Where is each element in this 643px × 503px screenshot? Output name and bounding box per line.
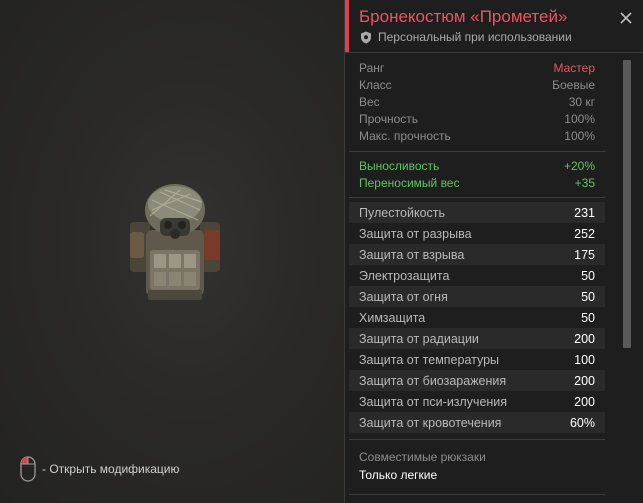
compatible-backpacks: Совместимые рюкзаки Только легкие	[349, 440, 631, 486]
protection-label: Защита от биозаражения	[359, 373, 507, 388]
protection-value: 50	[581, 310, 595, 325]
title-accent-bar	[345, 0, 349, 52]
stats-scrollbar[interactable]	[623, 60, 631, 348]
protection-row: Защита от кровотечения 60%	[349, 412, 605, 433]
stat-label: Ранг	[359, 60, 385, 75]
bonus-carry-weight: Переносимый вес +35	[349, 174, 605, 191]
stat-label: Вес	[359, 94, 380, 109]
protection-row: Электрозащита 50	[349, 265, 605, 286]
hint-text: - Открыть модификацию	[42, 462, 180, 476]
stat-class: Класс Боевые	[349, 76, 605, 93]
protection-row: Защита от биозаражения 200	[349, 370, 605, 391]
protection-row: Защита от пси-излучения 200	[349, 391, 605, 412]
protection-value: 231	[574, 205, 595, 220]
protection-value: 100	[574, 352, 595, 367]
protection-value: 200	[574, 331, 595, 346]
compatible-backpacks-value: Только легкие	[359, 468, 438, 482]
compatible-backpacks-label: Совместимые рюкзаки	[359, 450, 486, 464]
armor-suit-image	[130, 184, 220, 300]
protection-value: 60%	[569, 415, 595, 430]
protection-label: Защита от кровотечения	[359, 415, 502, 430]
protection-row: Защита от взрыва 175	[349, 244, 605, 265]
base-stats: Ранг Мастер Класс Боевые Вес 30 кг Прочн…	[349, 53, 631, 144]
bonus-value: +35	[574, 175, 595, 190]
stat-weight: Вес 30 кг	[349, 93, 605, 110]
item-info-panel: Бронекостюм «Прометей» Персональный при …	[344, 0, 643, 503]
item-preview[interactable]: - Открыть модификацию	[0, 0, 344, 503]
protection-value: 50	[581, 289, 595, 304]
stat-max-durability: Макс. прочность 100%	[349, 127, 605, 144]
protection-value: 252	[574, 226, 595, 241]
protection-label: Защита от взрыва	[359, 247, 465, 262]
bonus-value: +20%	[563, 158, 595, 173]
item-title: Бронекостюм «Прометей»	[359, 7, 568, 26]
protection-label: Защита от разрыва	[359, 226, 472, 241]
divider	[349, 494, 605, 495]
protection-label: Защита от пси-излучения	[359, 394, 508, 409]
protection-row: Химзащита 50	[349, 307, 605, 328]
protection-label: Химзащита	[359, 310, 426, 325]
protection-value: 200	[574, 373, 595, 388]
protection-row: Защита от огня 50	[349, 286, 605, 307]
protection-label: Защита от радиации	[359, 331, 479, 346]
stat-value: 100%	[564, 111, 595, 126]
stat-value: 100%	[564, 128, 595, 143]
mouse-icon	[20, 456, 36, 482]
protection-value: 50	[581, 268, 595, 283]
protection-label: Защита от огня	[359, 289, 448, 304]
protection-label: Электрозащита	[359, 268, 450, 283]
stat-label: Прочность	[359, 111, 419, 126]
protection-row: Защита от радиации 200	[349, 328, 605, 349]
protection-value: 200	[574, 394, 595, 409]
stats-list[interactable]: Ранг Мастер Класс Боевые Вес 30 кг Прочн…	[349, 53, 631, 503]
stat-value: Мастер	[553, 60, 595, 75]
open-modification-hint: - Открыть модификацию	[20, 456, 180, 482]
bonus-stamina: Выносливость +20%	[349, 157, 605, 174]
bonus-label: Выносливость	[359, 158, 440, 173]
protection-stats: Пулестойкость 231 Защита от разрыва 252 За…	[349, 198, 631, 433]
shield-icon	[361, 31, 371, 43]
stat-label: Макс. прочность	[359, 128, 451, 143]
stat-value: Боевые	[552, 77, 595, 92]
item-subtitle: Персональный при использовании	[360, 30, 572, 44]
stat-durability: Прочность 100%	[349, 110, 605, 127]
protection-label: Пулестойкость	[359, 205, 446, 220]
close-icon[interactable]	[617, 9, 635, 27]
stat-label: Класс	[359, 77, 392, 92]
protection-row: Защита от температуры 100	[349, 349, 605, 370]
protection-label: Защита от температуры	[359, 352, 500, 367]
bonus-label: Переносимый вес	[359, 175, 460, 190]
protection-value: 175	[574, 247, 595, 262]
protection-row: Защита от разрыва 252	[349, 223, 605, 244]
protection-row: Пулестойкость 231	[349, 202, 605, 223]
item-subtitle-text: Персональный при использовании	[378, 30, 572, 44]
stat-rank: Ранг Мастер	[349, 59, 605, 76]
bonus-stats: Выносливость +20% Переносимый вес +35	[349, 152, 631, 191]
stat-value: 30 кг	[568, 94, 595, 109]
